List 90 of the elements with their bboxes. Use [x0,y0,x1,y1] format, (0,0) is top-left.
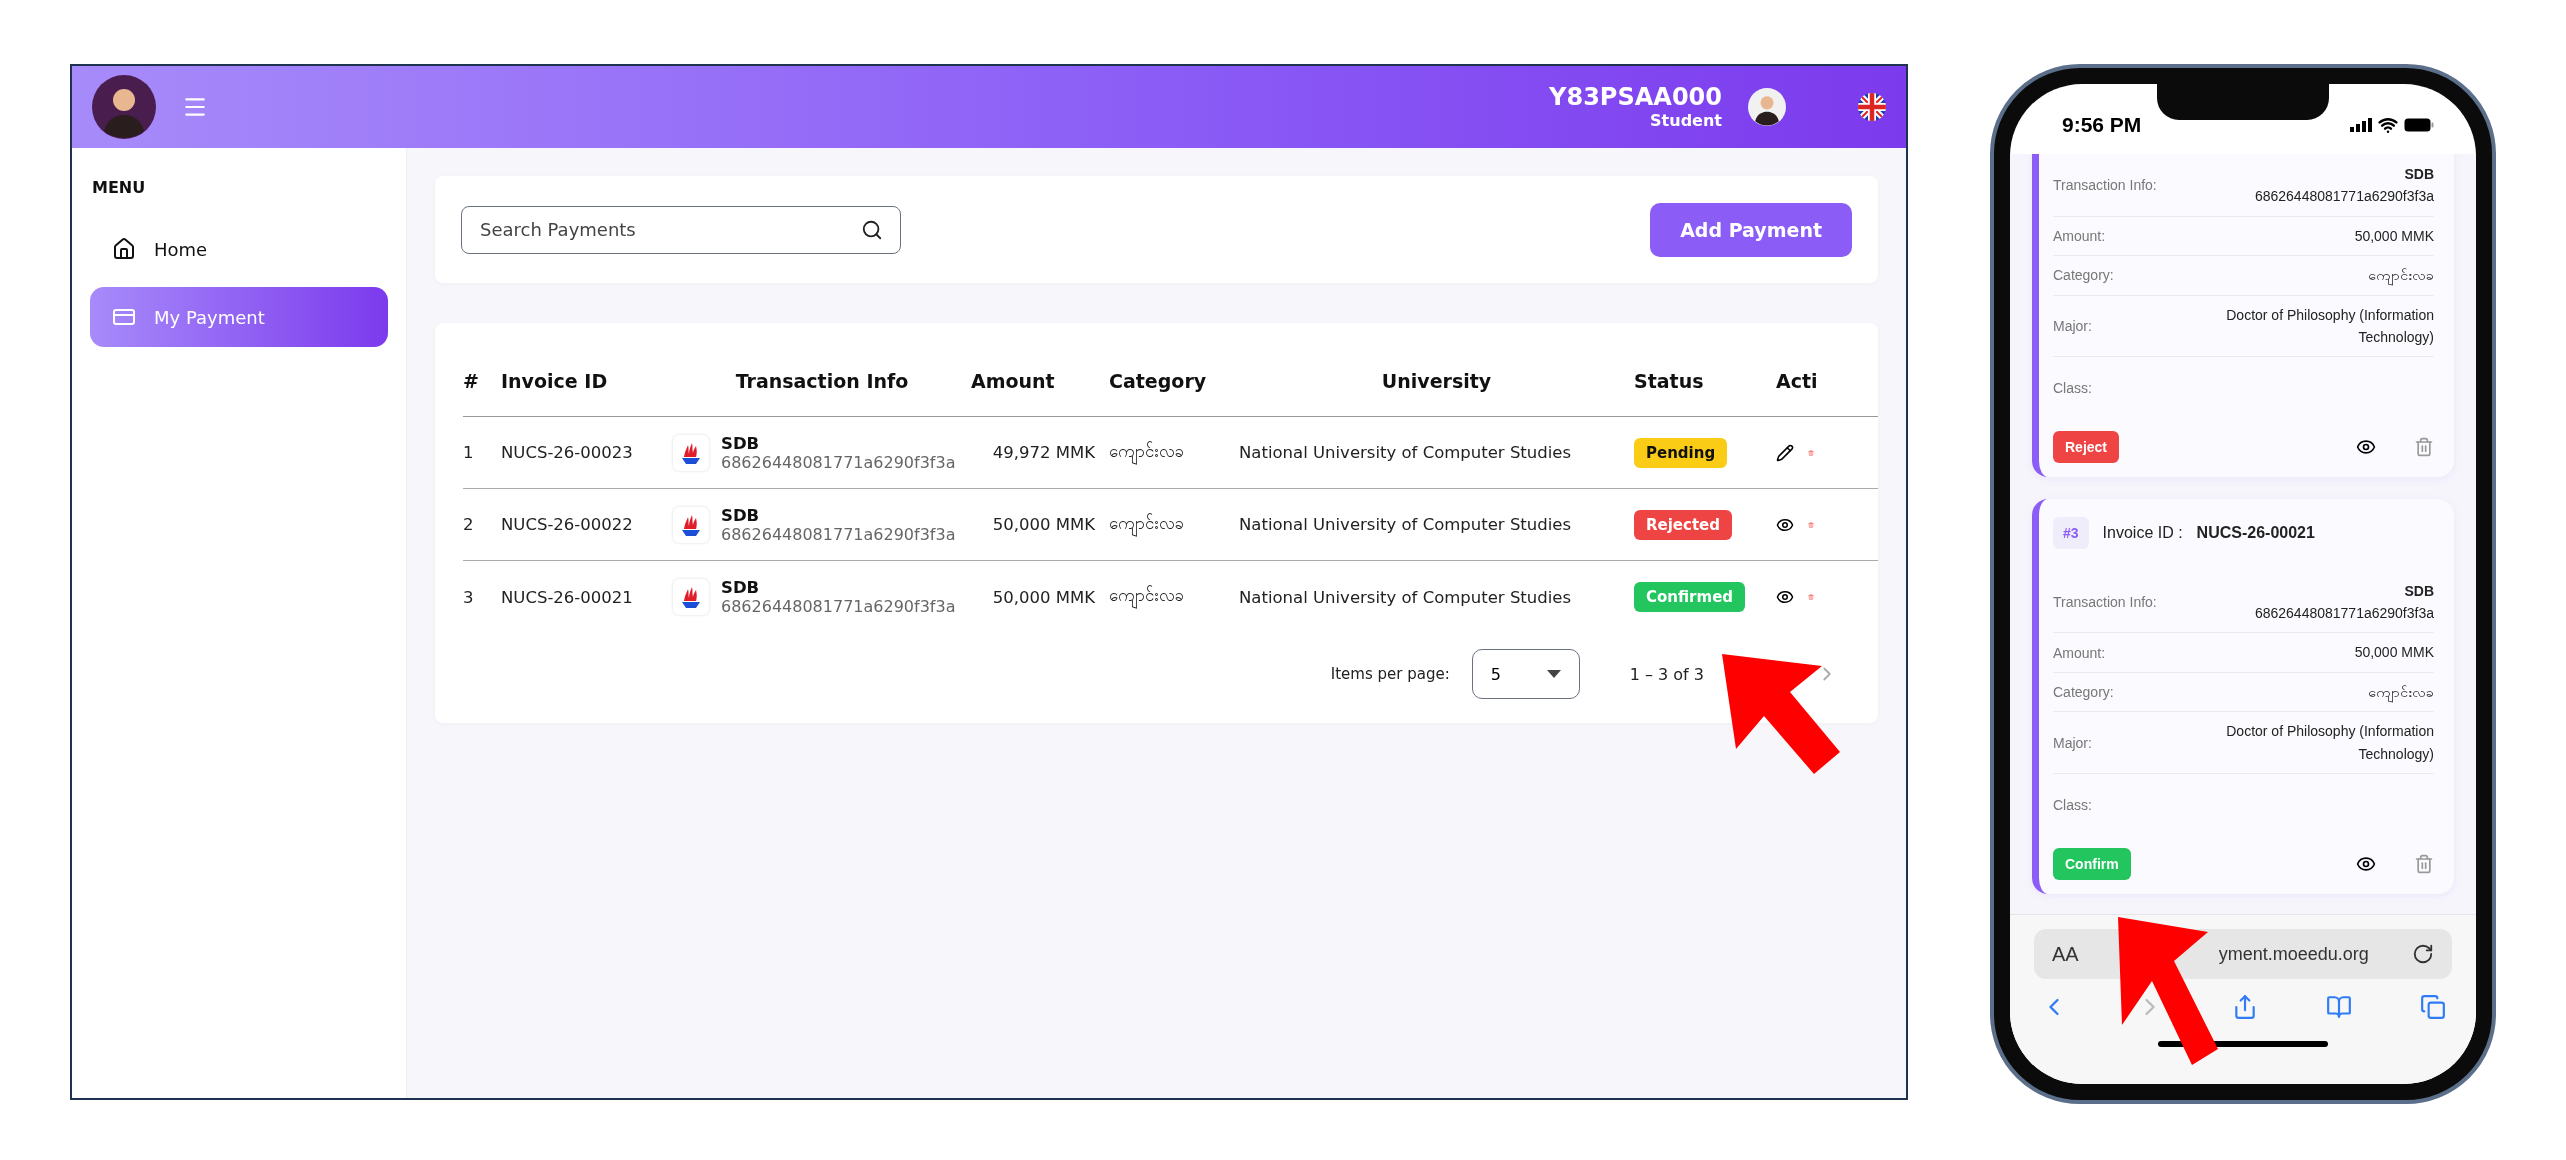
nav-item[interactable]: Home [90,219,388,279]
field-value: Doctor of Philosophy (Information Technology) [2225,305,2434,348]
table-cell-text: 50,000 MMK [991,587,1096,607]
status-badge: Rejected [1634,509,1732,540]
tabs-icon[interactable] [2420,994,2446,1020]
caret-icon [1546,670,1561,678]
eye-icon[interactable] [2356,854,2376,874]
text-size-button[interactable]: AA [2052,942,2079,966]
field-label: Category: [2053,267,2114,284]
field-value: SDB [2404,581,2434,601]
invoice-label: Invoice ID : [2102,524,2183,543]
transaction-id: 68626448081771a6290f3f3a [2254,603,2434,623]
table-cell-text: NUCS-26-00021 [501,587,634,607]
column-header: University [1380,369,1493,392]
field-label: Class: [2053,797,2092,813]
search-icon[interactable] [861,218,883,241]
column-header: Acti [1776,369,1819,392]
username: Y83PSAA000 [1549,84,1722,111]
user-role: Student [1650,110,1722,130]
transaction-id: 68626448081771a6290f3f3a [721,524,956,544]
index-badge: #3 [2053,517,2089,550]
column-header: # [463,369,480,392]
field-value: ကျောင်းလခ [2368,266,2434,287]
field-label: Transaction Info: [2053,593,2157,610]
field-value: Doctor of Philosophy (Information Technology) [2225,722,2434,764]
table-cell: ကျောင်းလခ [1109,440,1239,465]
search-field[interactable]: Search Payments [461,205,901,254]
transaction-id: 68626448081771a6290f3f3a [2254,187,2434,207]
bank-logo-icon [673,579,709,615]
table-cell-text: National University of Computer Studies [1239,515,1573,534]
field-label: Amount: [2053,228,2106,245]
url-text: yment.moeedu.org [2217,943,2370,965]
bank-logo-icon [673,506,709,543]
page-range: 1 – 3 of 3 [1629,664,1704,684]
wifi-icon [2378,115,2398,135]
reject-button[interactable]: Reject [2053,431,2120,464]
table-cell: ကျောင်းလခ [1109,585,1239,609]
avatar-icon[interactable] [92,75,156,139]
table-cell-text: NUCS-26-00023 [501,443,634,462]
bank-logo-icon [673,434,709,471]
column-header: Transaction Info [734,369,910,392]
page-size-select[interactable]: 5 [1471,649,1580,699]
field-label: Class: [2053,380,2092,397]
table-cell-text: National University of Computer Studies [1239,443,1573,462]
reload-icon[interactable] [2412,943,2434,965]
bank-name: SDB [721,578,761,597]
field-value: ကျောင်းလခ [2368,680,2434,704]
share-icon[interactable] [2232,994,2258,1020]
table-cell-text: NUCS-26-00022 [501,515,634,534]
bank-name: SDB [721,433,761,453]
trash-icon[interactable] [2414,437,2434,458]
table-cell-text: National University of Computer Studies [1239,587,1573,607]
field-label: Major: [2053,734,2092,751]
avatar-icon[interactable] [1748,88,1786,126]
table-cell-text: 3 [463,587,475,607]
nav-item[interactable]: My Payment [90,287,388,347]
column-header: Category [1109,369,1208,392]
transaction-id: 68626448081771a6290f3f3a [721,597,956,616]
table-cell-text: 49,972 MMK [991,443,1096,462]
items-per-page-label: Items per page: [1330,665,1450,683]
invoice-id: NUCS-26-00021 [2196,524,2315,543]
field-value: SDB [2404,165,2434,184]
signal-icon [2350,118,2372,132]
column-header: Status [1634,369,1705,392]
bank-name: SDB [721,505,761,525]
battery-icon [2404,118,2434,132]
menu-heading: MENU [91,178,147,199]
trash-icon[interactable] [2414,854,2434,874]
status-time: 9:56 PM [2062,113,2142,137]
field-label: Amount: [2053,644,2106,661]
uk-flag-icon[interactable] [1858,93,1886,121]
status-badge: Pending [1634,437,1728,468]
table-cell-text: 2 [463,515,475,534]
home-icon [112,237,136,261]
transaction-id: 68626448081771a6290f3f3a [721,452,956,472]
table-cell: ကျောင်းလခ [1109,512,1239,537]
status-badge: Confirmed [1634,582,1746,612]
table-cell-text: 1 [463,443,475,462]
bookmarks-icon[interactable] [2326,994,2352,1020]
table-cell-text: 50,000 MMK [991,515,1096,534]
eye-icon[interactable] [1776,588,1794,606]
field-label: Transaction Info: [2053,177,2157,194]
column-header: Amount [971,369,1056,392]
field-value: 50,000 MMK [2354,226,2434,246]
column-header: Invoice ID [501,369,609,392]
field-label: Category: [2053,684,2114,700]
field-label: Major: [2053,318,2092,335]
field-value: 50,000 MMK [2354,643,2434,663]
add-payment-button[interactable]: Add Payment [1650,202,1852,257]
edit-icon[interactable] [1776,443,1794,462]
